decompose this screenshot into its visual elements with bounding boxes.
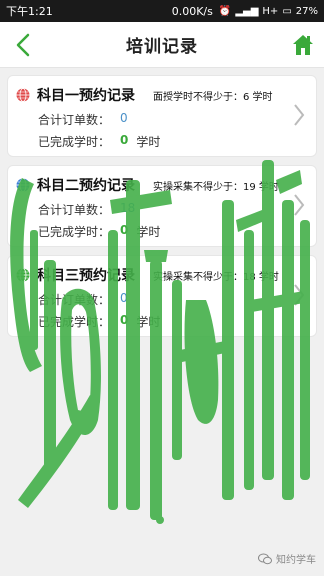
footer-brand-label: 知约学车 [276, 555, 316, 566]
status-bar: 下午1:21 0.00K/s ⏰ ▂▄▆ H+ ▭ 27% [0, 0, 324, 22]
hours-unit: 学时 [136, 225, 161, 239]
globe-icon [16, 268, 30, 282]
records-list: 科目一预约记录 面授学时不得少于：6 学时 合计订单数： 0 已完成学时： 0 … [0, 68, 324, 576]
order-count-row: 合计订单数： 18 [38, 201, 135, 218]
status-icons: ⏰ ▂▄▆ H+ ▭ 27% [219, 6, 318, 17]
card-title: 科目一预约记录 [37, 88, 135, 104]
order-count-label: 合计订单数： [38, 203, 111, 217]
card-title-row: 科目一预约记录 [16, 85, 135, 105]
order-count-label: 合计订单数： [38, 293, 111, 307]
nav-bar: 培训记录 [0, 22, 324, 68]
battery-icon: ▭ [282, 5, 292, 17]
chevron-right-icon[interactable] [292, 192, 306, 218]
hours-row: 已完成学时： 0 学时 [38, 223, 160, 240]
card-requirement: 实操采集不得少于：19 学时 [153, 182, 279, 193]
order-count-value: 0 [120, 291, 128, 305]
back-button[interactable] [10, 30, 36, 60]
footer-brand: 知约学车 [258, 551, 316, 566]
hours-row: 已完成学时： 0 学时 [38, 133, 160, 150]
hours-label: 已完成学时： [38, 135, 111, 149]
alarm-icon: ⏰ [218, 5, 232, 17]
network-speed: 0.00K/s [171, 4, 213, 18]
signal-icon: ▂▄▆ [235, 5, 259, 17]
hours-value: 0 [120, 223, 129, 237]
card-title: 科目三预约记录 [37, 268, 135, 284]
card-title-row: 科目三预约记录 [16, 265, 135, 285]
hours-value: 0 [120, 313, 129, 327]
hours-label: 已完成学时： [38, 225, 111, 239]
card-requirement: 面授学时不得少于：6 学时 [153, 92, 273, 103]
home-icon [293, 35, 313, 55]
card-title-row: 科目二预约记录 [16, 175, 135, 195]
order-count-value: 0 [120, 111, 128, 125]
chevron-right-icon[interactable] [292, 282, 306, 308]
order-count-label: 合计订单数： [38, 113, 111, 127]
chevron-left-icon [16, 33, 30, 57]
page-title: 培训记录 [126, 37, 198, 57]
network-type: H+ [262, 5, 279, 17]
order-count-value: 18 [120, 201, 136, 215]
chevron-right-icon[interactable] [292, 102, 306, 128]
hours-unit: 学时 [136, 135, 161, 149]
battery-level: 27% [295, 5, 318, 17]
status-time: 下午1:21 [6, 5, 53, 18]
record-card-subject-3[interactable]: 科目三预约记录 实操采集不得少于：18 学时 合计订单数： 0 已完成学时： 0… [7, 255, 317, 337]
record-card-subject-1[interactable]: 科目一预约记录 面授学时不得少于：6 学时 合计订单数： 0 已完成学时： 0 … [7, 75, 317, 157]
card-title: 科目二预约记录 [37, 178, 135, 194]
card-requirement: 实操采集不得少于：18 学时 [153, 272, 279, 283]
globe-icon [16, 88, 30, 102]
globe-icon [16, 178, 30, 192]
hours-label: 已完成学时： [38, 315, 111, 329]
hours-value: 0 [120, 133, 129, 147]
record-card-subject-2[interactable]: 科目二预约记录 实操采集不得少于：19 学时 合计订单数： 18 已完成学时： … [7, 165, 317, 247]
hours-unit: 学时 [136, 315, 161, 329]
hours-row: 已完成学时： 0 学时 [38, 313, 160, 330]
home-button[interactable] [290, 32, 316, 58]
order-count-row: 合计订单数： 0 [38, 291, 128, 308]
order-count-row: 合计订单数： 0 [38, 111, 128, 128]
wechat-icon [258, 553, 272, 564]
